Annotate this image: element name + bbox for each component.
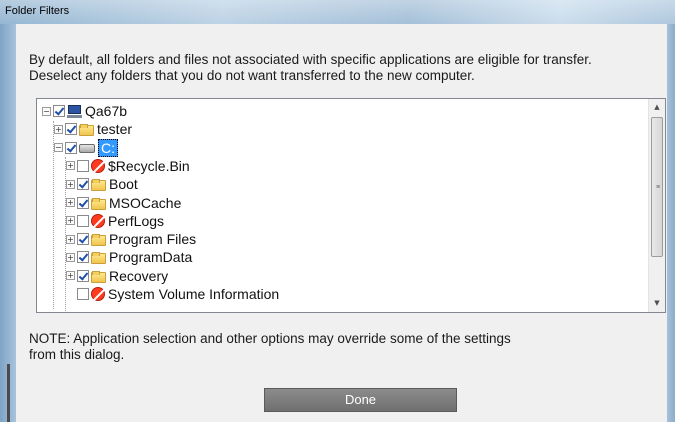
computer-icon [67,104,82,118]
tree-item-label: Boot [109,176,138,193]
folder-icon [91,252,106,265]
expand-icon[interactable]: + [66,234,75,244]
tree-item-checkbox[interactable] [77,251,89,264]
tree-item[interactable]: + MSOCache [66,194,181,212]
folder-icon [91,270,106,283]
window-left-border [0,24,16,422]
scroll-thumb[interactable]: ≡ [651,117,663,257]
blocked-folder-icon [91,213,105,228]
tree-item[interactable]: + tester [54,120,132,138]
vertical-scrollbar[interactable]: ▲ ≡ ▼ [648,99,665,312]
tree-item-checkbox[interactable] [77,159,89,172]
folder-icon [91,197,106,210]
tree-item[interactable]: − C: [54,138,118,157]
tree-item-checkbox[interactable] [77,196,89,209]
tree-item[interactable]: − Qa67b [42,102,127,120]
tree-item-label: ProgramData [109,249,193,266]
drive-icon [79,144,95,154]
tree-item-label: tester [97,121,133,138]
tree-item-label: MSOCache [109,194,182,211]
tree-item-checkbox[interactable] [77,269,89,282]
folder-icon [91,234,106,247]
window-title: Folder Filters [5,5,70,17]
tree-item-checkbox[interactable] [65,123,77,136]
tree-item-label: Recovery [109,267,169,284]
tree-item-label: Program Files [109,231,197,248]
tree-item-checkbox[interactable] [77,233,89,246]
window-right-border [667,24,675,422]
tree-item[interactable]: + Recovery [66,267,168,285]
intro-line-2: Deselect any folders that you do not wan… [29,68,475,83]
folder-tree[interactable]: ▲ ≡ ▼ − Qa67b + tester − C: + $Recycle.Bin + Boot… [36,98,666,313]
tree-item[interactable]: + $Recycle.Bin [66,157,190,175]
collapse-icon[interactable]: − [42,106,51,116]
tree-item[interactable]: System Volume Information [66,285,279,303]
blocked-folder-icon [91,287,105,301]
intro-line-1: By default, all folders and files not as… [29,52,592,67]
intro-text: By default, all folders and files not as… [29,52,649,84]
tree-item-checkbox[interactable] [65,141,77,154]
expand-icon[interactable]: + [66,216,75,226]
note-line-1: NOTE: Application selection and other op… [29,331,511,346]
tree-item[interactable]: + Boot [66,175,138,193]
title-bar: Folder Filters [0,0,675,24]
scroll-up-icon[interactable]: ▲ [649,99,665,116]
tree-item-checkbox[interactable] [53,105,65,117]
expand-icon[interactable]: + [66,252,75,262]
folder-icon [91,179,106,192]
tree-item[interactable]: + Program Files [66,230,196,248]
done-button[interactable]: Done [264,388,457,412]
tree-item-label: C: [98,138,118,157]
folder-icon [79,124,94,137]
expand-icon[interactable]: + [66,271,75,281]
expand-icon[interactable]: + [66,161,75,171]
tree-item-label: Qa67b [85,103,128,119]
tree-item-checkbox[interactable] [77,214,89,227]
tree-item-label: System Volume Information [108,286,280,302]
expand-icon[interactable]: + [54,124,63,134]
tree-item-label: PerfLogs [108,212,165,229]
done-button-label: Done [344,392,377,407]
collapse-icon[interactable]: − [54,143,63,153]
note-line-2: from this dialog. [29,347,125,362]
scroll-down-icon[interactable]: ▼ [649,295,665,312]
tree-item[interactable]: + ProgramData [66,248,192,266]
blocked-folder-icon [91,158,105,173]
tree-item[interactable]: + PerfLogs [66,212,164,230]
tree-item-label: $Recycle.Bin [108,157,190,174]
note-text: NOTE: Application selection and other op… [29,331,589,363]
expand-icon[interactable]: + [66,198,75,207]
expand-icon[interactable]: + [66,179,75,189]
tree-item-checkbox[interactable] [77,288,89,300]
tree-item-checkbox[interactable] [77,178,89,191]
